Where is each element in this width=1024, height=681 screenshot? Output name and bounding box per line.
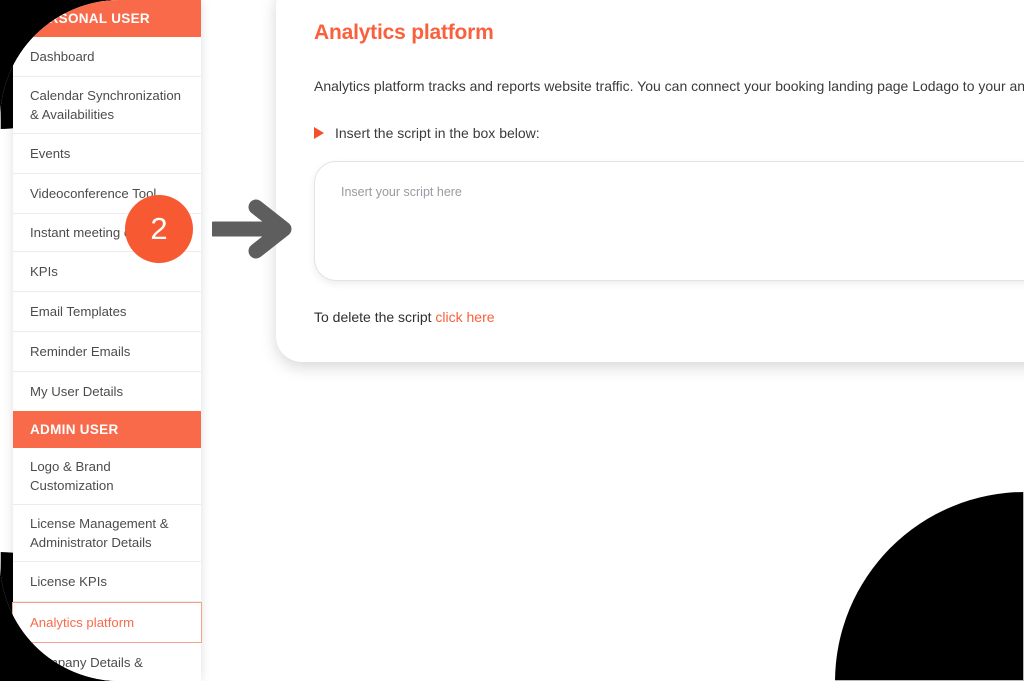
script-input[interactable]: Insert your script here	[314, 161, 1024, 281]
step-number-badge: 2	[125, 195, 193, 263]
sidebar-item-dashboard[interactable]: Dashboard	[13, 37, 201, 77]
page-description: Analytics platform tracks and reports we…	[314, 78, 1024, 94]
sidebar-item-email-templates[interactable]: Email Templates	[13, 292, 201, 332]
sidebar-item-company-details[interactable]: Company Details &	[13, 643, 201, 681]
analytics-platform-card: Analytics platform Analytics platform tr…	[276, 0, 1024, 362]
instruction-label: Insert the script in the box below:	[335, 125, 540, 141]
pointer-arrow-icon	[212, 199, 292, 259]
delete-script-row: To delete the script click here	[314, 308, 1024, 326]
card-content: Analytics platform Analytics platform tr…	[314, 20, 1024, 362]
sidebar-item-reminder-emails[interactable]: Reminder Emails	[13, 332, 201, 372]
script-input-placeholder: Insert your script here	[341, 185, 462, 199]
sidebar-item-license-management[interactable]: License Management & Administrator Detai…	[13, 505, 201, 562]
sidebar-item-calendar-synchronization[interactable]: Calendar Synchronization & Availabilitie…	[13, 77, 201, 134]
sidebar-item-analytics-platform[interactable]: Analytics platform	[12, 602, 202, 643]
corner-mask-bottom-right	[835, 492, 1024, 681]
delete-script-label: To delete the script	[314, 309, 432, 325]
sidebar-item-logo-brand-customization[interactable]: Logo & Brand Customization	[13, 448, 201, 505]
sidebar-section-personal-user: PERSONAL USER	[13, 0, 201, 37]
triangle-bullet-icon	[314, 127, 324, 139]
sidebar-item-my-user-details[interactable]: My User Details	[13, 372, 201, 411]
sidebar-navigation: PERSONAL USER Dashboard Calendar Synchro…	[12, 0, 202, 681]
instruction-row: Insert the script in the box below:	[314, 124, 1024, 142]
app-surface: PERSONAL USER Dashboard Calendar Synchro…	[0, 0, 1024, 681]
sidebar-section-admin-user: ADMIN USER	[13, 411, 201, 448]
page-title: Analytics platform	[314, 21, 494, 44]
sidebar-item-events[interactable]: Events	[13, 134, 201, 174]
sidebar-item-license-kpis[interactable]: License KPIs	[13, 562, 201, 602]
delete-script-link[interactable]: click here	[435, 309, 494, 325]
